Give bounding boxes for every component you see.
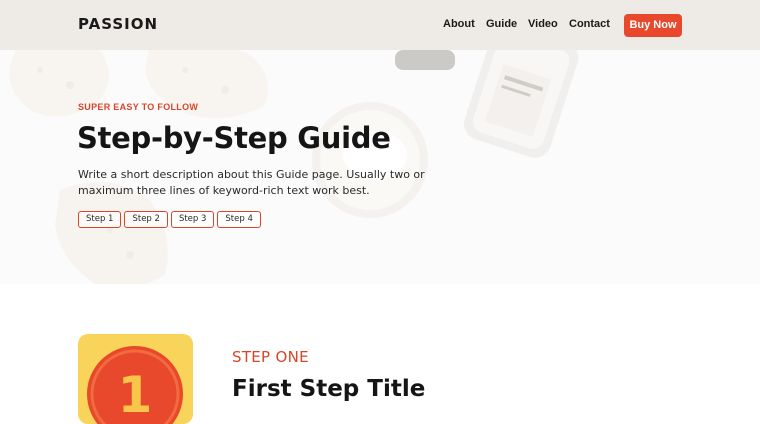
site-logo[interactable]: PASSION	[78, 15, 158, 33]
step-3-button[interactable]: Step 3	[170, 211, 215, 228]
nav-link-about[interactable]: About	[443, 18, 475, 30]
step-label: STEP ONE	[232, 348, 309, 366]
step-nav: Step 1 Step 2 Step 3 Step 4	[78, 211, 264, 228]
nav-link-guide[interactable]: Guide	[486, 18, 517, 30]
hero-description: Write a short description about this Gui…	[78, 168, 425, 197]
step-number: 1	[118, 366, 153, 424]
step-4-button[interactable]: Step 4	[217, 211, 261, 228]
number-one-badge-icon: 1	[87, 346, 183, 424]
step-title: First Step Title	[232, 376, 426, 402]
step-2-button[interactable]: Step 2	[124, 211, 168, 228]
page-title: Step-by-Step Guide	[77, 121, 391, 155]
buy-now-button[interactable]: Buy Now	[624, 14, 682, 37]
step-number-icon: 1	[78, 334, 193, 424]
site-header: PASSION About Guide Video Contact Buy No…	[0, 0, 760, 50]
hero-eyebrow: SUPER EASY TO FOLLOW	[78, 102, 199, 112]
step-1-button[interactable]: Step 1	[78, 211, 122, 228]
nav-link-video[interactable]: Video	[528, 18, 558, 30]
nav-link-contact[interactable]: Contact	[569, 18, 610, 30]
